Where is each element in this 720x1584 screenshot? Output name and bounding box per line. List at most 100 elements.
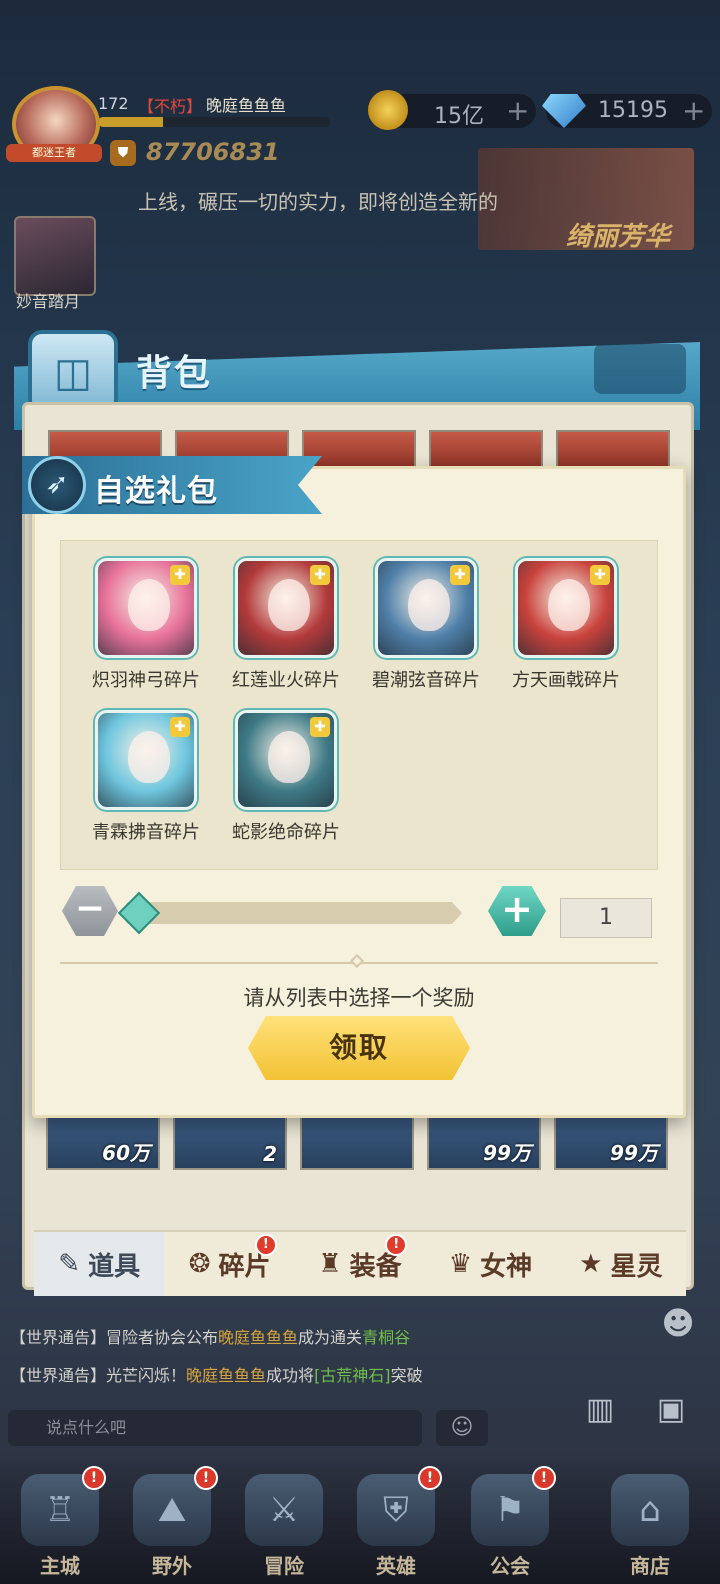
gem-value: 15195 <box>598 98 668 123</box>
chat-input[interactable]: 说点什么吧 <box>8 1410 422 1446</box>
chat-tag: 【世界通告】 <box>10 1366 107 1385</box>
chat-player-name[interactable]: 晚庭鱼鱼鱼 <box>186 1366 266 1385</box>
nav-label: 英雄 <box>376 1554 416 1578</box>
tab-star-spirit[interactable]: ★ 星灵 <box>556 1232 686 1296</box>
tab-label: 道具 <box>88 1251 141 1282</box>
nav-adventure[interactable]: ⚔ 冒险 <box>234 1466 334 1580</box>
chat-target: [古荒神石] <box>314 1366 391 1385</box>
item-count: 99万 <box>610 1141 658 1165</box>
player-level: 172 <box>98 94 129 113</box>
promo-text: 绮丽芳华 <box>566 222 671 252</box>
player-name: 晚庭鱼鱼鱼 <box>206 96 287 115</box>
alert-badge: ! <box>385 1234 408 1256</box>
tab-label: 星灵 <box>610 1251 663 1282</box>
puzzle-piece-icon: ✚ <box>450 565 470 585</box>
side-hero-portrait[interactable] <box>14 216 96 296</box>
backpack-tabs: ✎ 道具 ❂ 碎片 ! ♜ 装备 ! ♛ 女神 ★ 星灵 <box>34 1230 686 1296</box>
gold-coin-icon <box>368 90 408 130</box>
avatar-badge: 都迷王者 <box>6 144 102 162</box>
backpack-title: 背包 <box>136 353 213 394</box>
reward-option[interactable]: ✚ 方天画戟碎片 <box>498 558 634 698</box>
goddess-icon: ♛ <box>448 1249 473 1279</box>
claim-button[interactable]: 领取 <box>248 1016 470 1080</box>
item-slot[interactable]: 60万 <box>46 1110 160 1170</box>
reward-label: 碧潮弦音碎片 <box>372 670 480 691</box>
hero-portrait: ✚ <box>235 558 337 658</box>
backpack-bottom-row: 60万 2 99万 99万 <box>46 1110 686 1170</box>
compass-icon: ➶ <box>28 456 86 514</box>
marquee-text: 上线，碾压一切的实力，即将创造全新的 <box>138 190 498 214</box>
emoji-button[interactable]: ☺ <box>436 1410 488 1446</box>
nav-guild[interactable]: ⚑ 公会 ! <box>460 1466 560 1580</box>
backpack-icon-button[interactable]: ▣ <box>640 1392 702 1442</box>
item-count: 60万 <box>102 1141 150 1165</box>
puzzle-piece-icon: ✚ <box>170 565 190 585</box>
hero-portrait: ✚ <box>515 558 617 658</box>
nav-wild[interactable]: ⛰ 野外 ! <box>122 1466 222 1580</box>
puzzle-piece-icon: ✚ <box>170 717 190 737</box>
star-icon: ★ <box>579 1249 603 1279</box>
backpack-deco-icon <box>594 344 686 394</box>
item-slot[interactable] <box>556 430 670 470</box>
swords-icon: ⚔ <box>245 1474 323 1546</box>
ranking-icon[interactable]: ▥ <box>570 1392 630 1442</box>
nav-label: 主城 <box>40 1554 80 1578</box>
hero-portrait: ✚ <box>375 558 477 658</box>
chat-line: 【世界通告】光芒闪烁！晚庭鱼鱼鱼成功将[古荒神石]突破 <box>10 1362 423 1386</box>
chat-tag: 【世界通告】 <box>10 1328 107 1347</box>
item-slot[interactable]: 2 <box>173 1110 287 1170</box>
nav-heroes[interactable]: ⛨ 英雄 ! <box>346 1466 446 1580</box>
tab-equipment[interactable]: ♜ 装备 ! <box>295 1232 425 1296</box>
side-hero-name: 妙音踏月 <box>16 292 81 311</box>
friends-icon[interactable]: ☻ <box>652 1304 704 1350</box>
reward-option[interactable]: ✚ 青霖拂音碎片 <box>78 710 214 850</box>
nav-main-city[interactable]: ♖ 主城 ! <box>10 1466 110 1580</box>
tab-items[interactable]: ✎ 道具 <box>34 1232 165 1296</box>
item-slot[interactable]: 99万 <box>554 1110 668 1170</box>
reward-label: 青霖拂音碎片 <box>92 822 200 843</box>
reward-label: 炽羽神弓碎片 <box>92 670 200 691</box>
player-rank: 【不朽】 <box>138 97 203 116</box>
reward-option[interactable]: ✚ 红莲业火碎片 <box>218 558 354 698</box>
reward-option[interactable]: ✚ 炽羽神弓碎片 <box>78 558 214 698</box>
nav-shop[interactable]: ⌂ 商店 <box>600 1466 700 1580</box>
shop-icon: ⌂ <box>611 1474 689 1546</box>
alert-badge: ! <box>532 1466 556 1490</box>
alert-badge: ! <box>82 1466 106 1490</box>
tab-goddess[interactable]: ♛ 女神 <box>425 1232 555 1296</box>
nav-label: 公会 <box>490 1554 530 1578</box>
item-slot[interactable] <box>300 1110 414 1170</box>
gold-plus-button[interactable]: + <box>506 94 529 127</box>
quantity-slider-track[interactable] <box>126 902 462 924</box>
reward-option[interactable]: ✚ 碧潮弦音碎片 <box>358 558 494 698</box>
nav-label: 冒险 <box>264 1554 304 1578</box>
gold-value: 15亿 <box>434 104 484 129</box>
alert-badge: ! <box>254 1234 277 1256</box>
chat-text: 冒险者协会公布 <box>106 1328 219 1347</box>
items-icon: ✎ <box>58 1249 81 1279</box>
quantity-field[interactable]: 1 <box>560 898 652 938</box>
reward-label: 方天画戟碎片 <box>512 670 620 691</box>
chat-player-name[interactable]: 晚庭鱼鱼鱼 <box>218 1328 298 1347</box>
puzzle-piece-icon: ✚ <box>310 565 330 585</box>
tab-label: 女神 <box>480 1251 533 1282</box>
chat-text: 突破 <box>390 1366 423 1385</box>
puzzle-piece-icon: ✚ <box>310 717 330 737</box>
alert-badge: ! <box>194 1466 218 1490</box>
item-slot[interactable] <box>429 430 543 470</box>
chat-target: 青桐谷 <box>362 1328 411 1347</box>
exp-bar <box>98 117 330 127</box>
power-value: 87706831 <box>146 138 280 166</box>
hero-portrait: ✚ <box>95 558 197 658</box>
gem-plus-button[interactable]: + <box>682 94 705 127</box>
reward-option[interactable]: ✚ 蛇影绝命碎片 <box>218 710 354 850</box>
reward-label: 蛇影绝命碎片 <box>232 822 340 843</box>
item-slot[interactable] <box>302 430 416 470</box>
alert-badge: ! <box>418 1466 442 1490</box>
puzzle-piece-icon: ✚ <box>590 565 610 585</box>
item-count: 99万 <box>483 1141 531 1165</box>
tab-fragments[interactable]: ❂ 碎片 ! <box>164 1232 294 1296</box>
equipment-icon: ♜ <box>318 1249 342 1279</box>
item-slot[interactable]: 99万 <box>427 1110 541 1170</box>
power-icon: ⛊ <box>110 140 136 166</box>
